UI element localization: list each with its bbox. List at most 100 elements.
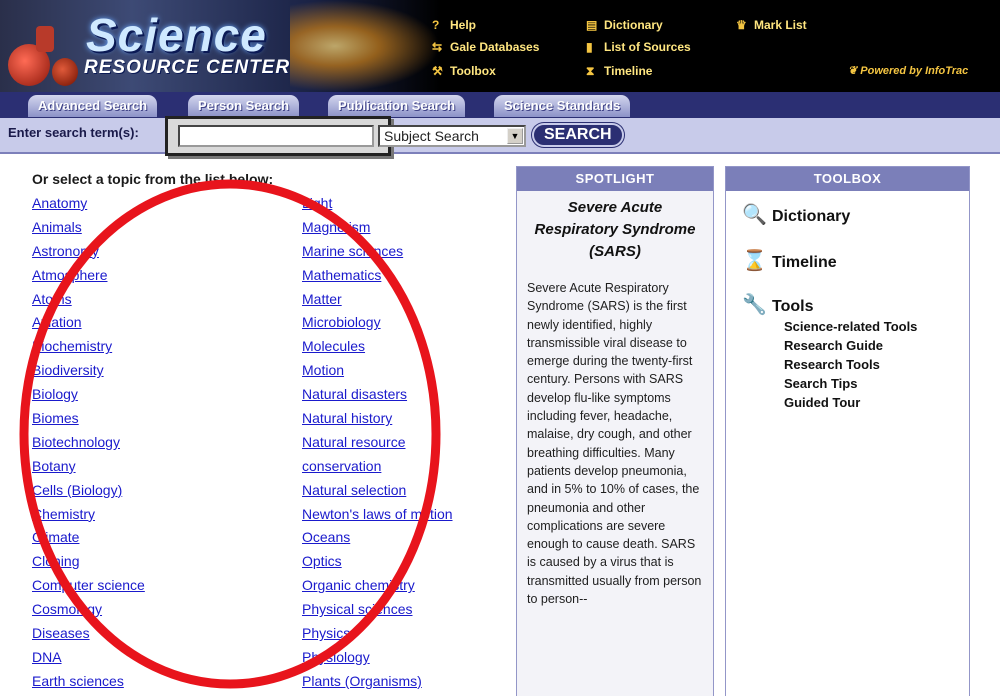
sub-tool-link[interactable]: Research Guide	[784, 336, 917, 355]
topic-link[interactable]: Atoms	[32, 290, 145, 314]
tab-person-search[interactable]: Person Search	[188, 95, 300, 117]
dictionary-link[interactable]: ▤ Dictionary	[586, 18, 663, 32]
question-mark-icon: ?	[432, 18, 440, 32]
toolbox-label: Toolbox	[450, 64, 496, 78]
arrows-icon: ⇆	[432, 40, 443, 54]
topic-link[interactable]: Astronomy	[32, 242, 145, 266]
site-header: Science RESOURCE CENTER ? Help ⇆ Gale Data…	[0, 0, 1000, 92]
sub-tool-link[interactable]: Search Tips	[784, 374, 917, 393]
tab-science-standards[interactable]: Science Standards	[494, 95, 631, 117]
topic-link[interactable]: Organic chemistry	[302, 576, 453, 600]
topic-link[interactable]: Chemistry	[32, 505, 145, 529]
topic-link[interactable]: Newton's laws of motion	[302, 505, 453, 529]
wrench-icon: 🔧	[742, 294, 767, 316]
gale-databases-link[interactable]: ⇆ Gale Databases	[432, 40, 539, 54]
toolbox-link[interactable]: ⚒ Toolbox	[432, 64, 496, 78]
toolbox-dictionary-link[interactable]: 🔍 Dictionary	[742, 205, 850, 227]
list-of-sources-label: List of Sources	[604, 40, 691, 54]
topic-link[interactable]: Oceans	[302, 528, 453, 552]
tools-sublist: Science-related Tools Research Guide Resea…	[784, 317, 917, 412]
topic-link[interactable]: Magnetism	[302, 218, 453, 242]
flask-graphic	[36, 26, 54, 52]
topic-link[interactable]: Biology	[32, 385, 145, 409]
topic-link[interactable]: Biodiversity	[32, 361, 145, 385]
topic-link[interactable]: Molecules	[302, 337, 453, 361]
search-bar: Enter search term(s): Subject Search ▼ S…	[0, 116, 1000, 156]
spotlight-body: Severe Acute Respiratory Syndrome (SARS)…	[527, 281, 702, 607]
mark-list-link[interactable]: ♛ Mark List	[736, 18, 807, 32]
topic-link[interactable]: Cosmology	[32, 600, 145, 624]
topic-link[interactable]: Cells (Biology)	[32, 481, 145, 505]
powered-by-label: ❦ Powered by InfoTrac	[848, 64, 968, 78]
topic-link[interactable]: Light	[302, 194, 453, 218]
topic-link[interactable]: DNA	[32, 648, 145, 672]
topic-link[interactable]: Motion	[302, 361, 453, 385]
chevron-down-icon[interactable]: ▼	[507, 128, 523, 144]
brand-subtitle: RESOURCE CENTER	[84, 57, 291, 78]
topic-link[interactable]: Plants (Organisms)	[302, 672, 453, 696]
search-tabs-bar: Advanced Search Person Search Publicatio…	[0, 92, 1000, 118]
tab-publication-search[interactable]: Publication Search	[328, 95, 466, 117]
topic-link[interactable]: Aviation	[32, 313, 145, 337]
sub-tool-link[interactable]: Guided Tour	[784, 393, 917, 412]
topic-link[interactable]: Natural disasters	[302, 385, 453, 409]
main-content: Or select a topic from the list below: A…	[0, 156, 1000, 696]
search-input[interactable]	[178, 125, 374, 147]
toolbox-panel: TOOLBOX 🔍 Dictionary ⌛ Timeline 🔧 Tools Sci…	[725, 166, 970, 696]
flask-graphic	[52, 58, 78, 86]
toolbox-timeline-label: Timeline	[772, 254, 837, 271]
topic-link[interactable]: Biochemistry	[32, 337, 145, 361]
topic-link[interactable]: Biotechnology	[32, 433, 145, 457]
list-of-sources-link[interactable]: ▮ List of Sources	[586, 40, 691, 54]
topic-link[interactable]: Physical sciences	[302, 600, 453, 624]
tab-advanced-search[interactable]: Advanced Search	[28, 95, 158, 117]
topic-link[interactable]: Cloning	[32, 552, 145, 576]
wrench-icon: ⚒	[432, 64, 443, 78]
topic-link[interactable]: Matter	[302, 290, 453, 314]
search-button[interactable]: SEARCH	[532, 123, 624, 147]
topic-link[interactable]: Climate	[32, 528, 145, 552]
hourglass-icon: ⌛	[742, 250, 767, 272]
topic-link[interactable]: Botany	[32, 457, 145, 481]
document-icon: ▮	[586, 40, 593, 54]
spotlight-header: SPOTLIGHT	[517, 167, 713, 191]
help-label: Help	[450, 18, 477, 32]
toolbox-tools-label: Tools	[772, 298, 814, 315]
topic-link[interactable]: Physiology	[302, 648, 453, 672]
topic-link[interactable]: Marine sciences	[302, 242, 453, 266]
topic-link[interactable]: Physics	[302, 624, 453, 648]
crown-icon: ♛	[736, 18, 747, 32]
logo-banner: Science RESOURCE CENTER	[0, 0, 440, 92]
search-type-select[interactable]: Subject Search ▼	[378, 125, 526, 147]
topic-link[interactable]: Computer science	[32, 576, 145, 600]
dictionary-label: Dictionary	[604, 18, 663, 32]
spotlight-title-link[interactable]: Severe Acute Respiratory Syndrome (SARS)	[525, 197, 705, 263]
topic-list-right: Light Magnetism Marine sciences Mathematics…	[302, 194, 453, 696]
topic-link[interactable]: Microbiology	[302, 313, 453, 337]
topic-link[interactable]: Diseases	[32, 624, 145, 648]
toolbox-timeline-link[interactable]: ⌛ Timeline	[742, 251, 837, 273]
timeline-label: Timeline	[604, 64, 653, 78]
topic-link[interactable]: Optics	[302, 552, 453, 576]
topic-link[interactable]: Natural resource	[302, 433, 453, 457]
toolbox-dictionary-label: Dictionary	[772, 208, 851, 225]
timeline-link[interactable]: ⧗ Timeline	[586, 64, 652, 78]
powered-by-text: Powered by InfoTrac	[860, 65, 969, 77]
search-label: Enter search term(s):	[8, 125, 139, 140]
topic-link[interactable]: Atmosphere	[32, 266, 145, 290]
search-type-value: Subject Search	[384, 128, 479, 144]
topic-link[interactable]: Biomes	[32, 409, 145, 433]
topic-link[interactable]: Natural selection	[302, 481, 453, 505]
topic-link[interactable]: conservation	[302, 457, 453, 481]
spotlight-panel: SPOTLIGHT Severe Acute Respiratory Syndr…	[516, 166, 714, 696]
topic-link[interactable]: Natural history	[302, 409, 453, 433]
topic-link[interactable]: Earth sciences	[32, 672, 145, 696]
gale-databases-label: Gale Databases	[450, 40, 540, 54]
topic-link[interactable]: Animals	[32, 218, 145, 242]
sub-tool-link[interactable]: Science-related Tools	[784, 317, 917, 336]
sub-tool-link[interactable]: Research Tools	[784, 355, 917, 374]
topic-link[interactable]: Mathematics	[302, 266, 453, 290]
toolbox-tools-link[interactable]: 🔧 Tools	[742, 295, 813, 317]
help-link[interactable]: ? Help	[432, 18, 476, 32]
topic-link[interactable]: Anatomy	[32, 194, 145, 218]
